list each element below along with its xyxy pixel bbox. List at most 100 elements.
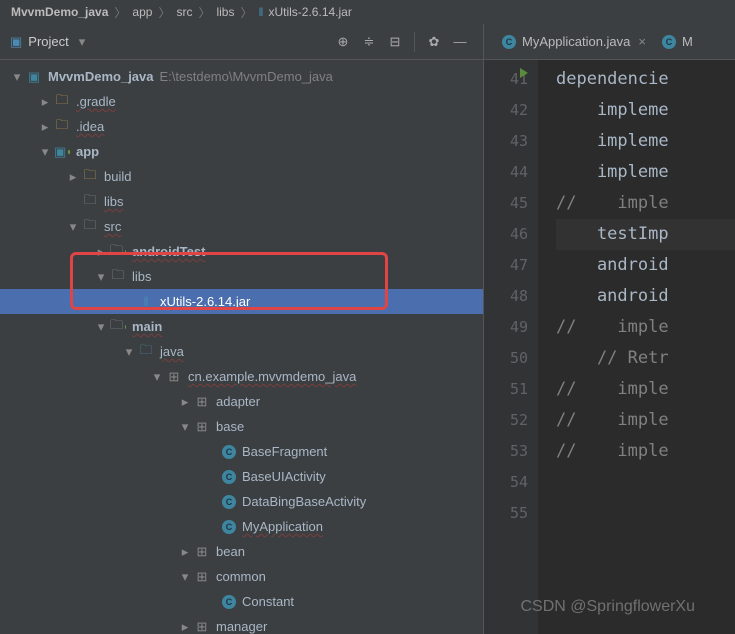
chevron-down-icon[interactable]: ▾	[94, 320, 108, 334]
class-icon: C	[222, 520, 236, 534]
no-arrow	[206, 445, 220, 459]
node-label: app	[76, 144, 99, 159]
chevron-right-icon[interactable]: ▸	[66, 170, 80, 184]
run-marker-icon[interactable]	[520, 68, 528, 78]
editor-tabs: C MyApplication.java × C M	[484, 24, 735, 60]
module-icon: ▣	[26, 69, 42, 85]
chevron-right-icon[interactable]: ▸	[178, 395, 192, 409]
tree-pkg[interactable]: ▾ ⊞ cn.example.mvvmdemo_java	[0, 364, 483, 389]
tree-build[interactable]: ▸ 🗀 build	[0, 164, 483, 189]
node-label: base	[216, 419, 244, 434]
project-title[interactable]: Project	[28, 34, 68, 49]
package-icon: ⊞	[194, 419, 210, 435]
chevron-down-icon[interactable]: ▾	[66, 220, 80, 234]
code-area[interactable]: dependencie impleme impleme impleme// im…	[538, 60, 735, 634]
crumb-jar[interactable]: xUtils-2.6.14.jar	[268, 5, 351, 19]
node-label: DataBingBaseActivity	[242, 494, 366, 509]
no-arrow	[66, 195, 80, 209]
tab-label: MyApplication.java	[522, 34, 630, 49]
node-label: common	[216, 569, 266, 584]
tree-bean[interactable]: ▸ ⊞ bean	[0, 539, 483, 564]
hide-icon[interactable]: —	[449, 31, 471, 53]
tab-partial[interactable]: C M	[654, 24, 701, 59]
chevron-right-icon[interactable]: ▸	[38, 95, 52, 109]
no-arrow	[206, 595, 220, 609]
chevron-down-icon[interactable]: ▾	[150, 370, 164, 384]
crumb-libs[interactable]: libs	[216, 5, 234, 19]
chevron-down-icon[interactable]: ▾	[178, 420, 192, 434]
tree-idea[interactable]: ▸ 🗀 .idea	[0, 114, 483, 139]
tree-src[interactable]: ▾ 🗀 src	[0, 214, 483, 239]
settings-icon[interactable]: ✿	[423, 31, 445, 53]
node-label: cn.example.mvvmdemo_java	[188, 369, 356, 384]
chevron-down-icon[interactable]: ▾	[38, 145, 52, 159]
package-icon: ⊞	[194, 569, 210, 585]
class-icon: C	[222, 495, 236, 509]
tree-libs2[interactable]: ▾ 🗀 libs	[0, 264, 483, 289]
project-tool-window: ▣ Project ▾ ⊕ ≑ ⊟ ✿ — ▾ ▣ MvvmDemo_java …	[0, 24, 484, 634]
tree-java[interactable]: ▾ 🗀 java	[0, 339, 483, 364]
class-icon: C	[502, 35, 516, 49]
no-arrow	[122, 295, 136, 309]
folder-icon: 🗀	[82, 216, 98, 238]
tree-gradle[interactable]: ▸ 🗀 .gradle	[0, 89, 483, 114]
tree-base[interactable]: ▾ ⊞ base	[0, 414, 483, 439]
node-label: src	[104, 219, 121, 234]
tree-databingbaseactivity[interactable]: C DataBingBaseActivity	[0, 489, 483, 514]
tree-common[interactable]: ▾ ⊞ common	[0, 564, 483, 589]
node-label: build	[104, 169, 131, 184]
crumb-src[interactable]: src	[176, 5, 192, 19]
tree-constant[interactable]: C Constant	[0, 589, 483, 614]
node-label: main	[132, 319, 162, 334]
node-label: MyApplication	[242, 519, 323, 534]
chevron-right-icon[interactable]: ▸	[38, 120, 52, 134]
tab-myapplication[interactable]: C MyApplication.java ×	[494, 24, 654, 59]
no-arrow	[206, 520, 220, 534]
tree-myapplication[interactable]: C MyApplication	[0, 514, 483, 539]
crumb-app[interactable]: app	[132, 5, 152, 19]
tree-manager[interactable]: ▸ ⊞ manager	[0, 614, 483, 634]
dropdown-icon[interactable]: ▾	[79, 34, 86, 50]
node-label: adapter	[216, 394, 260, 409]
project-header: ▣ Project ▾ ⊕ ≑ ⊟ ✿ —	[0, 24, 483, 60]
gutter: 414243444546474849505152535455	[484, 60, 538, 634]
chevron-right-icon[interactable]: ▸	[94, 245, 108, 259]
package-icon: ⊞	[194, 619, 210, 634]
node-label: Constant	[242, 594, 294, 609]
close-icon[interactable]: ×	[638, 34, 646, 49]
project-tree: ▾ ▣ MvvmDemo_java E:\testdemo\MvvmDemo_j…	[0, 60, 483, 634]
tree-androidtest[interactable]: ▸ 🗀 androidTest	[0, 239, 483, 264]
chevron-down-icon[interactable]: ▾	[10, 70, 24, 84]
folder-icon: 🗀	[54, 91, 70, 113]
jar-icon: ‖	[259, 5, 264, 19]
select-target-icon[interactable]: ⊕	[332, 31, 354, 53]
tree-adapter[interactable]: ▸ ⊞ adapter	[0, 389, 483, 414]
expand-icon[interactable]: ≑	[358, 31, 380, 53]
project-view-icon: ▣	[10, 34, 22, 50]
editor-body[interactable]: 414243444546474849505152535455 dependenc…	[484, 60, 735, 634]
tree-baseuiactivity[interactable]: C BaseUIActivity	[0, 464, 483, 489]
collapse-icon[interactable]: ⊟	[384, 31, 406, 53]
class-icon: C	[222, 595, 236, 609]
chevron-right-icon[interactable]: ▸	[178, 545, 192, 559]
node-label: xUtils-2.6.14.jar	[160, 294, 250, 309]
tree-root[interactable]: ▾ ▣ MvvmDemo_java E:\testdemo\MvvmDemo_j…	[0, 64, 483, 89]
crumb-root[interactable]: MvvmDemo_java	[11, 5, 108, 19]
breadcrumb: MvvmDemo_java 〉 app 〉 src 〉 libs 〉 ‖ xUt…	[0, 0, 735, 24]
no-arrow	[206, 495, 220, 509]
chevron-down-icon[interactable]: ▾	[94, 270, 108, 284]
node-label: bean	[216, 544, 245, 559]
package-icon: ⊞	[166, 369, 182, 385]
chevron-down-icon[interactable]: ▾	[122, 345, 136, 359]
node-label: .idea	[76, 119, 104, 134]
tree-jar-selected[interactable]: ‖ xUtils-2.6.14.jar	[0, 289, 483, 314]
tree-main[interactable]: ▾ 🗀 main	[0, 314, 483, 339]
folder-icon: 🗀	[54, 116, 70, 138]
tree-libs1[interactable]: 🗀 libs	[0, 189, 483, 214]
chevron-down-icon[interactable]: ▾	[178, 570, 192, 584]
chevron-right-icon[interactable]: ▸	[178, 620, 192, 634]
node-label: libs	[104, 194, 124, 209]
tree-basefragment[interactable]: C BaseFragment	[0, 439, 483, 464]
folder-icon: 🗀	[110, 266, 126, 288]
tree-app[interactable]: ▾ ▣ app	[0, 139, 483, 164]
